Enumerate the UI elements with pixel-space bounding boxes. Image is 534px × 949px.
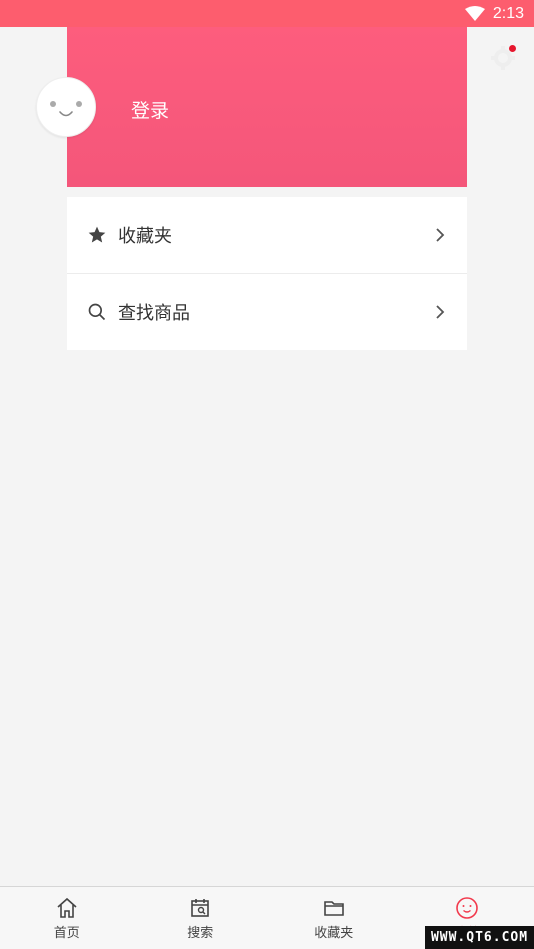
status-time: 2:13: [492, 4, 524, 22]
tab-home[interactable]: 首页: [0, 887, 134, 949]
notification-dot: [509, 45, 516, 52]
star-icon: [87, 225, 107, 245]
menu-item-label: 查找商品: [118, 303, 190, 324]
folder-icon: [322, 896, 346, 920]
menu-item-favorites[interactable]: 收藏夹: [67, 197, 467, 274]
menu-item-find-products[interactable]: 查找商品: [67, 274, 467, 350]
search-icon: [87, 302, 107, 322]
tab-label: 收藏夹: [314, 925, 354, 941]
login-link[interactable]: 登录: [131, 96, 169, 123]
watermark: WWW.QT6.COM: [425, 926, 534, 949]
calendar-search-icon: [188, 896, 212, 920]
chevron-right-icon: [433, 304, 447, 320]
chevron-right-icon: [433, 227, 447, 243]
menu-list: 收藏夹 查找商品: [67, 197, 467, 350]
tab-search[interactable]: 搜索: [134, 887, 268, 949]
status-bar: 2:13: [0, 0, 534, 27]
smiley-face-icon: [50, 101, 82, 117]
avatar[interactable]: [36, 77, 96, 137]
wifi-icon: [464, 5, 485, 22]
tab-label: 搜索: [187, 925, 214, 941]
settings-button[interactable]: [489, 44, 517, 72]
home-icon: [55, 896, 79, 920]
menu-item-label: 收藏夹: [118, 226, 172, 247]
tab-label: 首页: [53, 925, 80, 941]
smiley-face-icon: [455, 896, 479, 920]
profile-header: [67, 27, 467, 187]
tab-favorites[interactable]: 收藏夹: [267, 887, 401, 949]
